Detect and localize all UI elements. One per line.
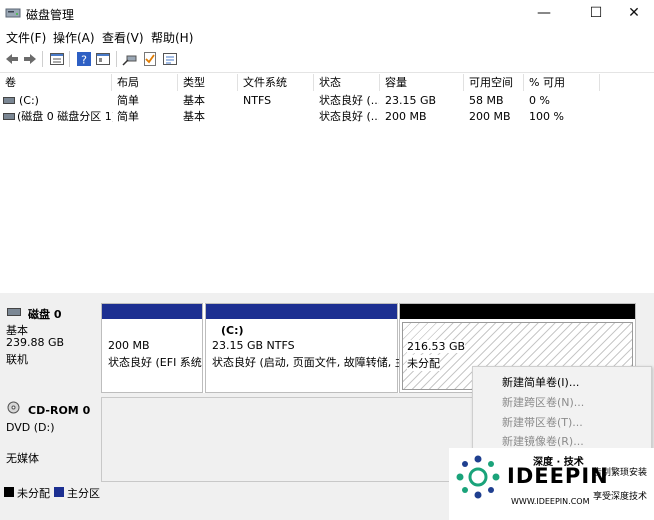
partition-efi[interactable]: 200 MB 状态良好 (EFI 系统: [101, 303, 203, 393]
window-title: 磁盘管理: [26, 8, 75, 22]
column-header-filesystem[interactable]: 文件系统: [238, 74, 314, 91]
partition-bar: [102, 304, 202, 319]
toolbar-separator: [69, 51, 70, 67]
volume-status: 状态良好 (...: [319, 110, 379, 123]
disk-status: 联机: [6, 353, 28, 366]
minimize-button[interactable]: —: [522, 0, 566, 26]
column-header-layout[interactable]: 布局: [112, 74, 178, 91]
toolbar-separator: [116, 51, 117, 67]
disk-size: 239.88 GB: [6, 336, 65, 349]
partition-size: 23.15 GB NTFS: [212, 339, 295, 352]
cdrom-icon: [7, 401, 20, 414]
volume-list-empty-area: [0, 128, 654, 293]
menu-bar: 文件(F) 操作(A) 查看(V) 帮助(H): [0, 26, 654, 46]
check-icon[interactable]: [142, 51, 158, 67]
disk-management-icon: [5, 8, 21, 18]
help-icon[interactable]: ?: [76, 51, 92, 67]
column-header-status[interactable]: 状态: [314, 74, 380, 91]
partition-size: 200 MB: [108, 339, 150, 352]
cdrom-0-label[interactable]: CD-ROM 0 DVD (D:) 无媒体: [0, 397, 100, 482]
list-view-icon[interactable]: [49, 51, 65, 67]
volume-filesystem: NTFS: [243, 94, 272, 107]
title-bar: 磁盘管理 — ☐ ✕: [0, 0, 654, 26]
volume-percent-free: 0 %: [529, 94, 550, 107]
properties-icon[interactable]: [95, 51, 111, 67]
legend-swatch-unallocated: [4, 487, 14, 497]
close-button[interactable]: ✕: [612, 0, 654, 26]
forward-arrow-icon[interactable]: [22, 51, 38, 67]
volume-status: 状态良好 (...: [319, 94, 379, 107]
volume-layout: 简单: [117, 94, 139, 107]
menu-item-new-striped-volume[interactable]: 新建带区卷(T)...: [502, 414, 583, 430]
column-header-type[interactable]: 类型: [178, 74, 238, 91]
partition-label: (C:): [221, 324, 244, 337]
menu-item-new-simple-volume[interactable]: 新建简单卷(I)...: [502, 374, 579, 390]
volume-percent-free: 100 %: [529, 110, 564, 123]
table-row[interactable]: (磁盘 0 磁盘分区 1) 简单 基本 状态良好 (... 200 MB 200…: [0, 109, 654, 125]
toolbar: ?: [0, 46, 654, 73]
menu-item-new-spanned-volume[interactable]: 新建跨区卷(N)...: [502, 394, 584, 410]
disk-0-label[interactable]: 磁盘 0 基本 239.88 GB 联机: [0, 303, 100, 393]
settings-icon[interactable]: [162, 51, 178, 67]
watermark-slogan-2: 享受深度技术: [593, 492, 648, 502]
menu-help[interactable]: 帮助(H): [151, 29, 193, 46]
column-header-percent-free[interactable]: % 可用: [524, 74, 600, 91]
cdrom-status: 无媒体: [6, 452, 39, 465]
connect-icon[interactable]: [122, 51, 138, 67]
table-row[interactable]: (C:) 简单 基本 NTFS 状态良好 (... 23.15 GB 58 MB…: [0, 93, 654, 109]
volume-free-space: 58 MB: [469, 94, 504, 107]
toolbar-separator: [42, 51, 43, 67]
svg-text:?: ?: [81, 54, 87, 67]
volume-free-space: 200 MB: [469, 110, 511, 123]
cdrom-drive: DVD (D:): [6, 421, 55, 434]
volume-type: 基本: [183, 110, 205, 123]
volume-list-header: 卷 布局 类型 文件系统 状态 容量 可用空间 % 可用: [0, 74, 654, 91]
partition-bar: [206, 304, 397, 319]
volume-icon: [3, 113, 15, 120]
column-header-free-space[interactable]: 可用空间: [464, 74, 524, 91]
volume-layout: 简单: [117, 110, 139, 123]
back-arrow-icon[interactable]: [4, 51, 20, 67]
ideepin-logo-icon: [456, 455, 500, 499]
column-header-capacity[interactable]: 容量: [380, 74, 464, 91]
volume-capacity: 200 MB: [385, 110, 427, 123]
menu-item-new-mirrored-volume[interactable]: 新建镜像卷(R)...: [502, 433, 584, 449]
volume-icon: [3, 97, 15, 104]
partition-status: 状态良好 (启动, 页面文件, 故障转储, 主: [212, 356, 406, 369]
partition-c[interactable]: (C:) 23.15 GB NTFS 状态良好 (启动, 页面文件, 故障转储,…: [205, 303, 406, 393]
volume-name: (C:): [19, 94, 39, 107]
disk-name: 磁盘 0: [28, 308, 62, 321]
watermark-url: WWW.IDEEPIN.COM: [511, 497, 590, 506]
cdrom-name: CD-ROM 0: [28, 404, 91, 417]
watermark-slogan-1: 告别繁琐安装: [593, 468, 648, 478]
legend-swatch-primary: [54, 487, 64, 497]
disk-icon: [7, 308, 21, 316]
legend-label-primary: 主分区: [67, 487, 100, 500]
menu-view[interactable]: 查看(V): [102, 29, 144, 46]
menu-file[interactable]: 文件(F): [6, 29, 46, 46]
ideepin-watermark: 深度 · 技术 IDEEPIN WWW.IDEEPIN.COM 告别繁琐安装 享…: [449, 448, 654, 520]
volume-name: (磁盘 0 磁盘分区 1): [17, 110, 113, 123]
partition-bar: [400, 304, 635, 319]
partition-status: 状态良好 (EFI 系统: [108, 356, 202, 369]
partition-status: 未分配: [407, 355, 440, 371]
volume-type: 基本: [183, 94, 205, 107]
menu-action[interactable]: 操作(A): [53, 29, 95, 46]
context-menu: 新建简单卷(I)... 新建跨区卷(N)... 新建带区卷(T)... 新建镜像…: [472, 366, 652, 458]
partition-size: 216.53 GB: [407, 340, 466, 353]
legend-label-unallocated: 未分配: [17, 487, 50, 500]
volume-capacity: 23.15 GB: [385, 94, 437, 107]
column-header-volume[interactable]: 卷: [0, 74, 112, 91]
